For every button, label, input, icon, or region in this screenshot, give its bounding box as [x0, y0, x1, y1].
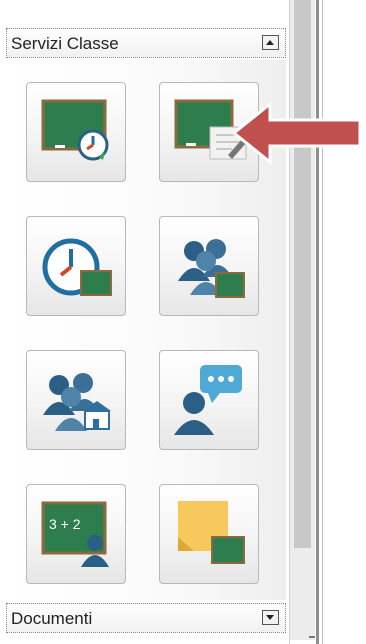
servizi-classe-header[interactable]: Servizi Classe [6, 28, 286, 58]
tile-chalkboard-clock[interactable] [26, 82, 126, 182]
chalkboard-clock-icon [41, 99, 109, 161]
tile-person-chat[interactable] [159, 350, 259, 450]
scrollbar-end-mark [309, 636, 315, 638]
tile-chalkboard-math-person[interactable]: 3 + 2 [26, 484, 126, 584]
expand-down-icon[interactable] [262, 610, 279, 625]
red-arrow-icon [231, 100, 362, 166]
servizi-classe-title: Servizi Classe [11, 34, 119, 53]
sticky-note-chalkboard-icon [178, 501, 245, 564]
collapse-up-icon[interactable] [262, 35, 279, 50]
person-chat-icon [174, 365, 242, 435]
students-chalkboard-icon [178, 239, 245, 298]
documenti-header[interactable]: Documenti [6, 603, 286, 633]
documenti-title: Documenti [11, 609, 93, 628]
chalk-math-text: 3 + 2 [49, 516, 81, 532]
clock-chalkboard-icon [42, 238, 112, 296]
tile-clock-chalkboard[interactable] [26, 216, 126, 316]
tile-sticky-note-chalkboard[interactable] [159, 484, 259, 584]
tile-students-chalkboard[interactable] [159, 216, 259, 316]
sidebar-panel: Servizi Classe 3 + 2 Documenti [0, 0, 290, 644]
vertical-scrollbar[interactable] [289, 0, 315, 640]
scrollbar-thumb[interactable] [294, 0, 311, 548]
students-school-icon [43, 373, 111, 431]
tile-students-school[interactable] [26, 350, 126, 450]
frame-divider-inner [322, 0, 323, 644]
frame-divider [316, 0, 319, 644]
chalkboard-math-person-icon: 3 + 2 [41, 501, 109, 567]
panel-top-spacer [0, 0, 289, 14]
